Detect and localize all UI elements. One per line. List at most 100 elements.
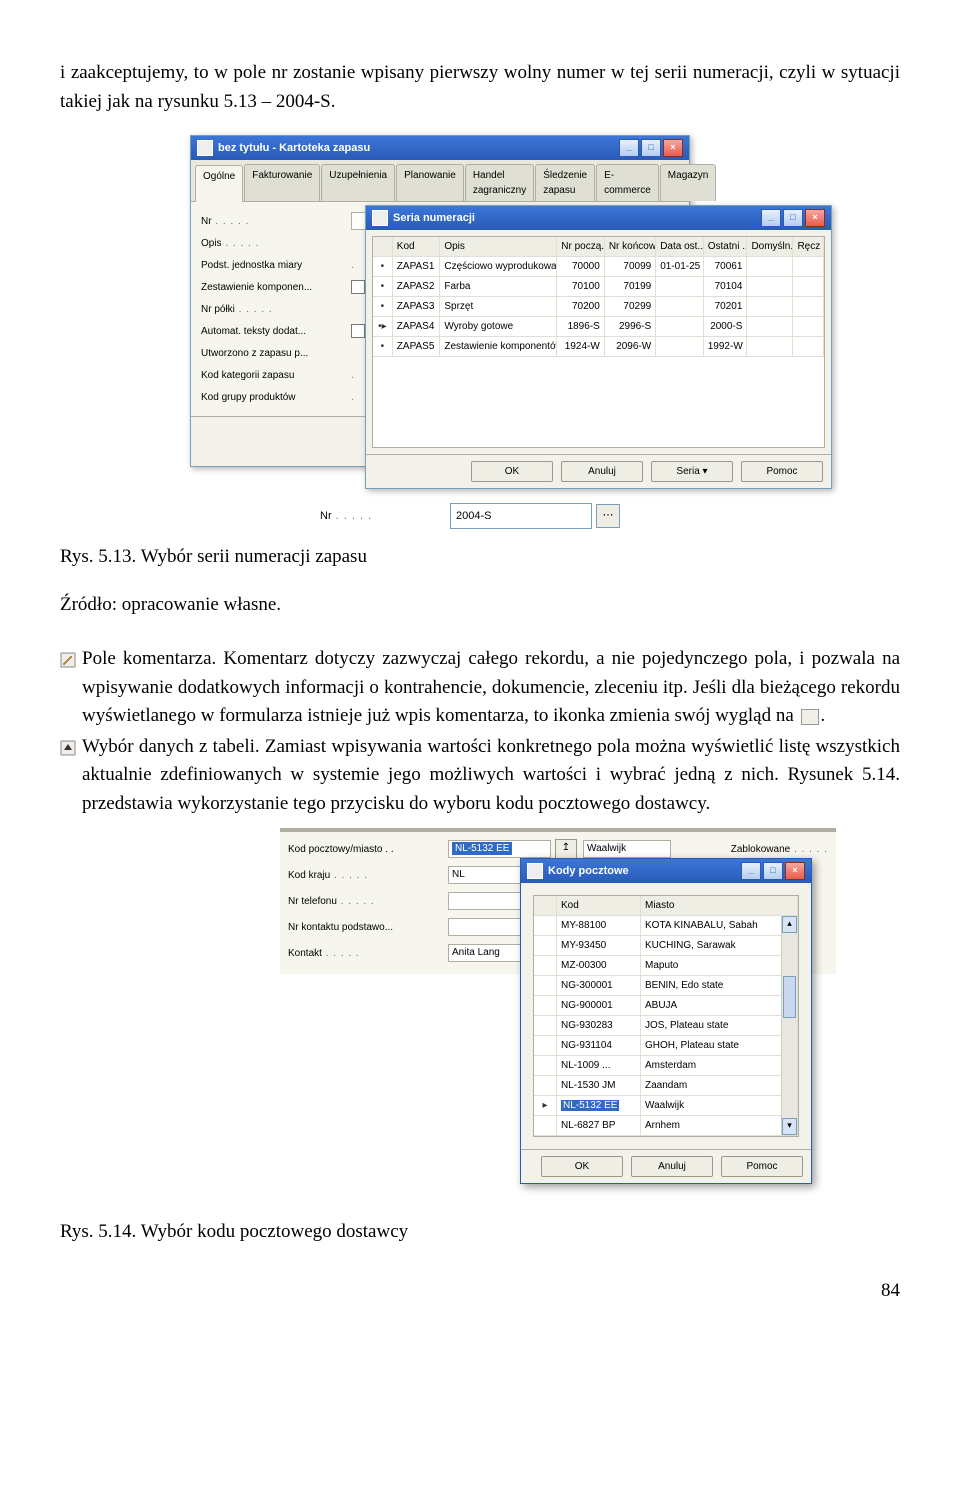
checkbox-autom[interactable]: [351, 324, 365, 338]
screenshot-2: Kod pocztowy/miasto . . NL-5132 EE ↥ Waa…: [280, 828, 820, 1188]
label-nr: Nr: [201, 214, 351, 229]
table-row[interactable]: NL-1009 ...Amsterdam: [534, 1056, 798, 1076]
tab-sledzenie[interactable]: Śledzenie zapasu: [535, 164, 595, 201]
col-pocz[interactable]: Nr począ...: [557, 237, 605, 256]
tab-planowanie[interactable]: Planowanie: [396, 164, 464, 201]
scrollbar[interactable]: ▴ ▾: [781, 916, 797, 1135]
table-row[interactable]: MZ-00300Maputo: [534, 956, 798, 976]
minimize-button[interactable]: _: [741, 862, 761, 880]
pencil-icon: [60, 645, 82, 678]
table-row[interactable]: •ZAPAS5Zestawienie komponentów1924-W2096…: [373, 337, 824, 357]
figure-caption-2: Rys. 5.14. Wybór kodu pocztowego dostawc…: [60, 1218, 900, 1247]
label-kodp: Kod pocztowy/miasto . .: [288, 842, 448, 857]
nr-input[interactable]: [450, 503, 592, 529]
label-kodgrp: Kod grupy produktów: [201, 390, 351, 405]
lookup-icon: [60, 733, 82, 766]
lookup-button[interactable]: ⋯: [596, 504, 620, 528]
table-row[interactable]: NL-6827 BPArnhem: [534, 1116, 798, 1136]
window-title: Seria numeracji: [393, 210, 475, 227]
tab-handel[interactable]: Handel zagraniczny: [465, 164, 534, 201]
nr-field-row: Nr ⋯: [320, 503, 900, 529]
window-icon: [372, 210, 388, 226]
scroll-thumb[interactable]: [783, 976, 796, 1018]
help-button[interactable]: Pomoc: [721, 1156, 803, 1177]
table-row[interactable]: NG-300001BENIN, Edo state: [534, 976, 798, 996]
figure-source-1: Źródło: opracowanie własne.: [60, 591, 900, 620]
titlebar-seria: Seria numeracji _ □ ×: [366, 206, 831, 230]
table-row[interactable]: •ZAPAS2Farba701007019970104: [373, 277, 824, 297]
label-utw: Utworzono z zapasu p...: [201, 346, 351, 361]
label-kodk: Kod kraju: [288, 868, 448, 883]
bullet-lookup: Wybór danych z tabeli. Zamiast wpisywani…: [82, 733, 900, 819]
ok-button[interactable]: OK: [471, 461, 553, 482]
minimize-button[interactable]: _: [761, 209, 781, 227]
seria-button[interactable]: Seria ▾: [651, 461, 733, 482]
help-button[interactable]: Pomoc: [741, 461, 823, 482]
scroll-up-icon[interactable]: ▴: [782, 916, 797, 933]
titlebar-kartoteka: bez tytułu - Kartoteka zapasu _ □ ×: [191, 136, 689, 160]
tab-ogolne[interactable]: Ogólne: [195, 165, 243, 202]
field-miasto[interactable]: Waalwijk: [583, 840, 671, 858]
label-opis: Opis: [201, 236, 351, 251]
tab-bar: Ogólne Fakturowanie Uzupełnienia Planowa…: [191, 160, 689, 202]
col-recz[interactable]: Ręcz: [793, 237, 824, 256]
table-row[interactable]: NG-930283JOS, Plateau state: [534, 1016, 798, 1036]
label-nr: Nr: [320, 508, 450, 525]
popup-kody-pocztowe: Kody pocztowe _ □ × Kod Miasto MY-88100K…: [520, 858, 812, 1184]
label-zest: Zestawienie komponen...: [201, 280, 351, 295]
label-kontakt: Kontakt: [288, 946, 448, 961]
minimize-button[interactable]: _: [619, 139, 639, 157]
page-number: 84: [60, 1277, 900, 1306]
titlebar-popup: Kody pocztowe _ □ ×: [521, 859, 811, 883]
tab-fakturowanie[interactable]: Fakturowanie: [244, 164, 320, 201]
cancel-button[interactable]: Anuluj: [631, 1156, 713, 1177]
ok-button[interactable]: OK: [541, 1156, 623, 1177]
screenshot-1: bez tytułu - Kartoteka zapasu _ □ × Ogól…: [190, 135, 900, 529]
label-autom: Automat. teksty dodat...: [201, 324, 351, 339]
table-row[interactable]: •ZAPAS1Częściowo wyprodukowany7000070099…: [373, 257, 824, 277]
table-row[interactable]: ▸NL-5132 EEWaalwijk: [534, 1096, 798, 1116]
maximize-button[interactable]: □: [641, 139, 661, 157]
checkbox-zest[interactable]: [351, 280, 365, 294]
label-zabl: Zablokowane: [731, 842, 828, 857]
lookup-up-button[interactable]: ↥: [555, 839, 577, 859]
close-button[interactable]: ×: [805, 209, 825, 227]
intro-paragraph: i zaakceptujemy, to w pole nr zostanie w…: [60, 59, 900, 116]
cancel-button[interactable]: Anuluj: [561, 461, 643, 482]
table-row[interactable]: MY-93450KUCHING, Sarawak: [534, 936, 798, 956]
maximize-button[interactable]: □: [763, 862, 783, 880]
figure-caption-1: Rys. 5.13. Wybór serii numeracji zapasu: [60, 543, 900, 572]
table-row[interactable]: NL-1530 JMZaandam: [534, 1076, 798, 1096]
maximize-button[interactable]: □: [783, 209, 803, 227]
popup-title: Kody pocztowe: [548, 863, 629, 880]
tab-uzupelnienia[interactable]: Uzupełnienia: [321, 164, 395, 201]
col-konc[interactable]: Nr końcowy: [605, 237, 656, 256]
comment-icon: [801, 709, 819, 725]
col-ost[interactable]: Ostatni ...: [704, 237, 748, 256]
col-dom[interactable]: Domyśln...: [747, 237, 793, 256]
col-opis[interactable]: Opis: [440, 237, 557, 256]
col-kod[interactable]: Kod: [393, 237, 441, 256]
close-button[interactable]: ×: [785, 862, 805, 880]
table-row[interactable]: MY-88100KOTA KINABALU, Sabah: [534, 916, 798, 936]
window-title: bez tytułu - Kartoteka zapasu: [218, 140, 370, 157]
table-row[interactable]: •ZAPAS3Sprzęt702007029970201: [373, 297, 824, 317]
grid-kody: Kod Miasto MY-88100KOTA KINABALU, SabahM…: [533, 895, 799, 1137]
field-kodp[interactable]: NL-5132 EE: [448, 840, 551, 858]
tab-ecommerce[interactable]: E-commerce: [596, 164, 659, 201]
table-row[interactable]: •▸ZAPAS4Wyroby gotowe1896-S2996-S2000-S: [373, 317, 824, 337]
table-row[interactable]: NG-900001ABUJA: [534, 996, 798, 1016]
col-miasto[interactable]: Miasto: [641, 896, 798, 915]
col-data[interactable]: Data ost...: [656, 237, 704, 256]
close-button[interactable]: ×: [663, 139, 683, 157]
window-seria-numeracji: Seria numeracji _ □ × Kod Opis Nr począ.…: [365, 205, 832, 489]
col-kod[interactable]: Kod: [557, 896, 641, 915]
label-nrpolki: Nr półki: [201, 302, 351, 317]
table-row[interactable]: NG-931104GHOH, Plateau state: [534, 1036, 798, 1056]
grid-seria: Kod Opis Nr począ... Nr końcowy Data ost…: [372, 236, 825, 448]
label-podst: Podst. jednostka miary: [201, 258, 351, 273]
bullet-comment: Pole komentarza. Komentarz dotyczy zazwy…: [82, 645, 900, 731]
tab-magazyn[interactable]: Magazyn: [660, 164, 717, 201]
window-icon: [527, 863, 543, 879]
scroll-down-icon[interactable]: ▾: [782, 1118, 797, 1135]
